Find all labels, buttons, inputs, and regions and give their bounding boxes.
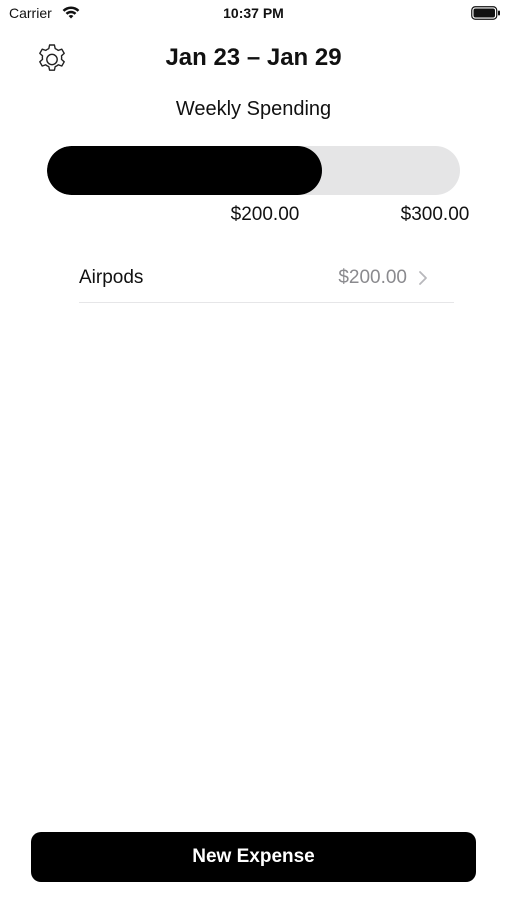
chevron-right-icon: [419, 271, 427, 285]
date-range-title: Jan 23 – Jan 29: [165, 44, 342, 71]
expense-list: Airpods $200.00: [79, 255, 454, 303]
weekly-spending-subtitle: Weekly Spending: [175, 98, 332, 120]
budget-amount-label: $300.00: [400, 204, 470, 225]
spent-amount-label: $200.00: [230, 204, 300, 225]
expense-name: Airpods: [79, 267, 144, 288]
app-screen: Carrier 10:37 PM Jan 23 – Jan 29 Weekly …: [0, 0, 507, 900]
new-expense-button[interactable]: New Expense: [31, 832, 476, 882]
expense-amount: $200.00: [338, 267, 407, 288]
status-time: 10:37 PM: [223, 5, 284, 21]
status-bar: Carrier 10:37 PM: [0, 0, 507, 28]
spending-progress-fill: [47, 146, 323, 195]
spending-progress-bar: [47, 146, 460, 195]
battery-icon: [471, 6, 500, 20]
expense-row[interactable]: Airpods $200.00: [79, 255, 454, 303]
